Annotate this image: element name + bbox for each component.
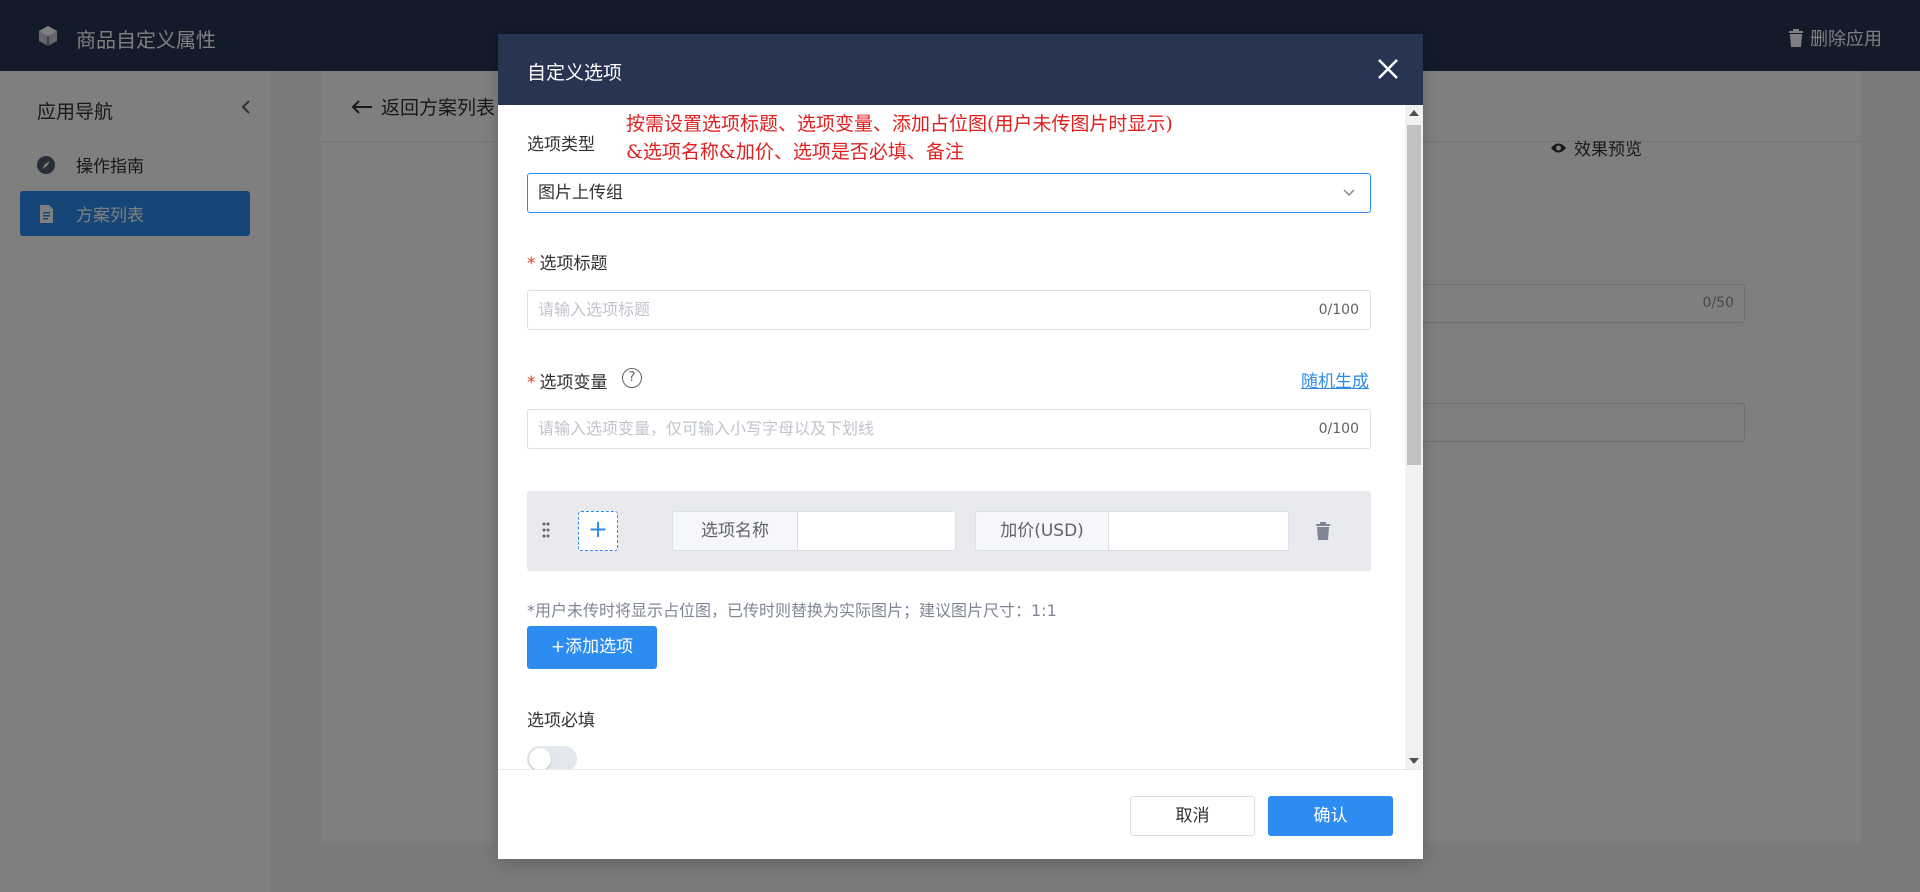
option-variable-counter: 0/100 [1318,421,1359,437]
toggle-knob [529,748,551,769]
option-name-input[interactable] [798,511,956,551]
option-type-label: 选项类型 [527,135,595,155]
placeholder-hint: *用户未传时将显示占位图，已传时则替换为实际图片；建议图片尺寸：1:1 [527,601,1057,620]
required-mark: * [527,373,536,393]
trash-icon[interactable] [1315,522,1331,540]
dialog-header: 自定义选项 [498,34,1423,105]
confirm-button[interactable]: 确认 [1268,796,1393,836]
price-input[interactable] [1109,511,1289,551]
chevron-down-icon [1343,189,1355,197]
random-generate-link[interactable]: 随机生成 [1301,367,1369,392]
drag-handle-icon[interactable] [541,521,551,539]
scroll-thumb[interactable] [1407,125,1421,465]
required-toggle-label: 选项必填 [527,711,595,731]
annotation-line: &选项名称&加价、选项是否必填、备注 [626,141,964,163]
scroll-down-arrow-icon[interactable] [1409,758,1419,764]
option-type-select[interactable]: 图片上传组 [527,173,1371,213]
dialog-body[interactable]: 按需设置选项标题、选项变量、添加占位图(用户未传图片时显示) &选项名称&加价、… [498,105,1423,769]
price-addon: 加价(USD) [975,511,1109,551]
option-title-label: * 选项标题 [527,249,608,274]
required-toggle[interactable] [527,746,577,769]
option-title-counter: 0/100 [1318,302,1359,318]
option-variable-input[interactable]: 请输入选项变量，仅可输入小写字母以及下划线 0/100 [527,409,1371,449]
dialog-title: 自定义选项 [527,62,623,84]
required-mark: * [527,254,536,274]
help-icon[interactable]: ? [622,368,642,388]
scrollbar[interactable] [1405,105,1423,769]
placeholder-image-upload[interactable]: + [578,511,618,551]
custom-option-dialog: 自定义选项 按需设置选项标题、选项变量、添加占位图(用户未传图片时显示) &选项… [498,34,1423,859]
option-item-row: + 选项名称 加价(USD) [527,491,1371,571]
option-name-addon: 选项名称 [672,511,798,551]
option-title-input[interactable]: 请输入选项标题 0/100 [527,290,1371,330]
option-variable-label-text: 选项变量 [539,373,608,393]
option-title-placeholder: 请输入选项标题 [538,300,651,319]
add-option-button[interactable]: +添加选项 [527,626,657,669]
dialog-footer: 取消 确认 [498,769,1423,859]
option-variable-placeholder: 请输入选项变量，仅可输入小写字母以及下划线 [538,419,875,438]
close-icon[interactable] [1377,58,1399,80]
scroll-up-arrow-icon[interactable] [1409,110,1419,116]
annotation-line: 按需设置选项标题、选项变量、添加占位图(用户未传图片时显示) [626,113,1173,135]
annotation-text: 按需设置选项标题、选项变量、添加占位图(用户未传图片时显示) &选项名称&加价、… [626,110,1173,166]
option-title-label-text: 选项标题 [539,254,608,274]
option-type-value: 图片上传组 [538,183,623,203]
cancel-button[interactable]: 取消 [1130,796,1255,836]
option-variable-label: * 选项变量 [527,368,608,393]
